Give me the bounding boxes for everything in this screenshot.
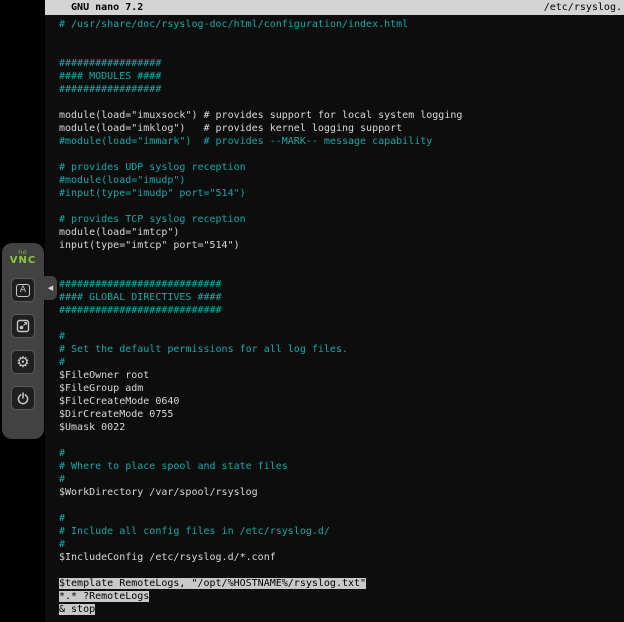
collapse-arrow-icon: ◀ — [48, 284, 53, 292]
editor-line: module(load="imtcp") — [59, 226, 624, 239]
editor-line: module(load="imklog") # provides kernel … — [59, 122, 624, 135]
settings-button[interactable]: ⚙ — [11, 350, 35, 374]
extra-keys-button[interactable]: A — [11, 278, 35, 302]
editor-line: # — [59, 473, 624, 486]
editor-line: # — [59, 330, 624, 343]
editor-line: # — [59, 512, 624, 525]
editor-line: module(load="imuxsock") # provides suppo… — [59, 109, 624, 122]
editor-line: ################# — [59, 83, 624, 96]
editor-line: $WorkDirectory /var/spool/rsyslog — [59, 486, 624, 499]
editor-line — [59, 564, 624, 577]
editor-line — [59, 148, 624, 161]
editor-content: # /usr/share/doc/rsyslog-doc/html/config… — [45, 15, 624, 616]
novnc-logo-vnc: VNC — [10, 256, 36, 266]
editor-line: *.* ?RemoteLogs — [59, 590, 624, 603]
terminal-screen[interactable]: GNU nano 7.2 /etc/rsyslog. # /usr/share/… — [45, 0, 624, 622]
editor-line — [59, 96, 624, 109]
editor-line: #module(load="immark") # provides --MARK… — [59, 135, 624, 148]
editor-line — [59, 499, 624, 512]
editor-line: #input(type="imudp" port="514") — [59, 187, 624, 200]
editor-line: $FileCreateMode 0640 — [59, 395, 624, 408]
editor-line: # — [59, 538, 624, 551]
editor-line — [59, 252, 624, 265]
nano-version-title: GNU nano 7.2 — [59, 0, 143, 15]
editor-line: #### MODULES #### — [59, 70, 624, 83]
control-bar-handle[interactable]: ◀ — [44, 276, 57, 300]
editor-line — [59, 31, 624, 44]
editor-line: #### GLOBAL DIRECTIVES #### — [59, 291, 624, 304]
editor-line: $template RemoteLogs, "/opt/%HOSTNAME%/r… — [59, 577, 624, 590]
editor-line: $DirCreateMode 0755 — [59, 408, 624, 421]
editor-line: # — [59, 447, 624, 460]
drag-viewport-icon — [16, 319, 30, 333]
editor-line — [59, 317, 624, 330]
drag-button[interactable] — [11, 314, 35, 338]
editor-line: ########################### — [59, 278, 624, 291]
editor-line: $FileGroup adm — [59, 382, 624, 395]
editor-line — [59, 265, 624, 278]
a-key-icon: A — [16, 284, 30, 297]
disconnect-button[interactable] — [11, 386, 35, 410]
nano-titlebar: GNU nano 7.2 /etc/rsyslog. — [45, 0, 624, 15]
editor-line: # Where to place spool and state files — [59, 460, 624, 473]
nano-file-path: /etc/rsyslog. — [544, 0, 622, 15]
editor-line: # /usr/share/doc/rsyslog-doc/html/config… — [59, 18, 624, 31]
editor-line: $IncludeConfig /etc/rsyslog.d/*.conf — [59, 551, 624, 564]
editor-line: ################# — [59, 57, 624, 70]
editor-line: # provides UDP syslog reception — [59, 161, 624, 174]
editor-line: ########################### — [59, 304, 624, 317]
editor-line — [59, 200, 624, 213]
editor-line: $FileOwner root — [59, 369, 624, 382]
editor-line: & stop — [59, 603, 624, 616]
editor-line: #module(load="imudp") — [59, 174, 624, 187]
editor-line: input(type="imtcp" port="514") — [59, 239, 624, 252]
editor-line — [59, 434, 624, 447]
novnc-logo: no VNC — [10, 250, 36, 266]
editor-line: # Include all config files in /etc/rsysl… — [59, 525, 624, 538]
editor-line: # Set the default permissions for all lo… — [59, 343, 624, 356]
editor-line — [59, 44, 624, 57]
vnc-control-bar: no VNC A ⚙ — [2, 243, 44, 439]
editor-line: # provides TCP syslog reception — [59, 213, 624, 226]
editor-line: # — [59, 356, 624, 369]
editor-line: $Umask 0022 — [59, 421, 624, 434]
gear-icon: ⚙ — [16, 355, 29, 370]
power-icon — [16, 391, 30, 405]
